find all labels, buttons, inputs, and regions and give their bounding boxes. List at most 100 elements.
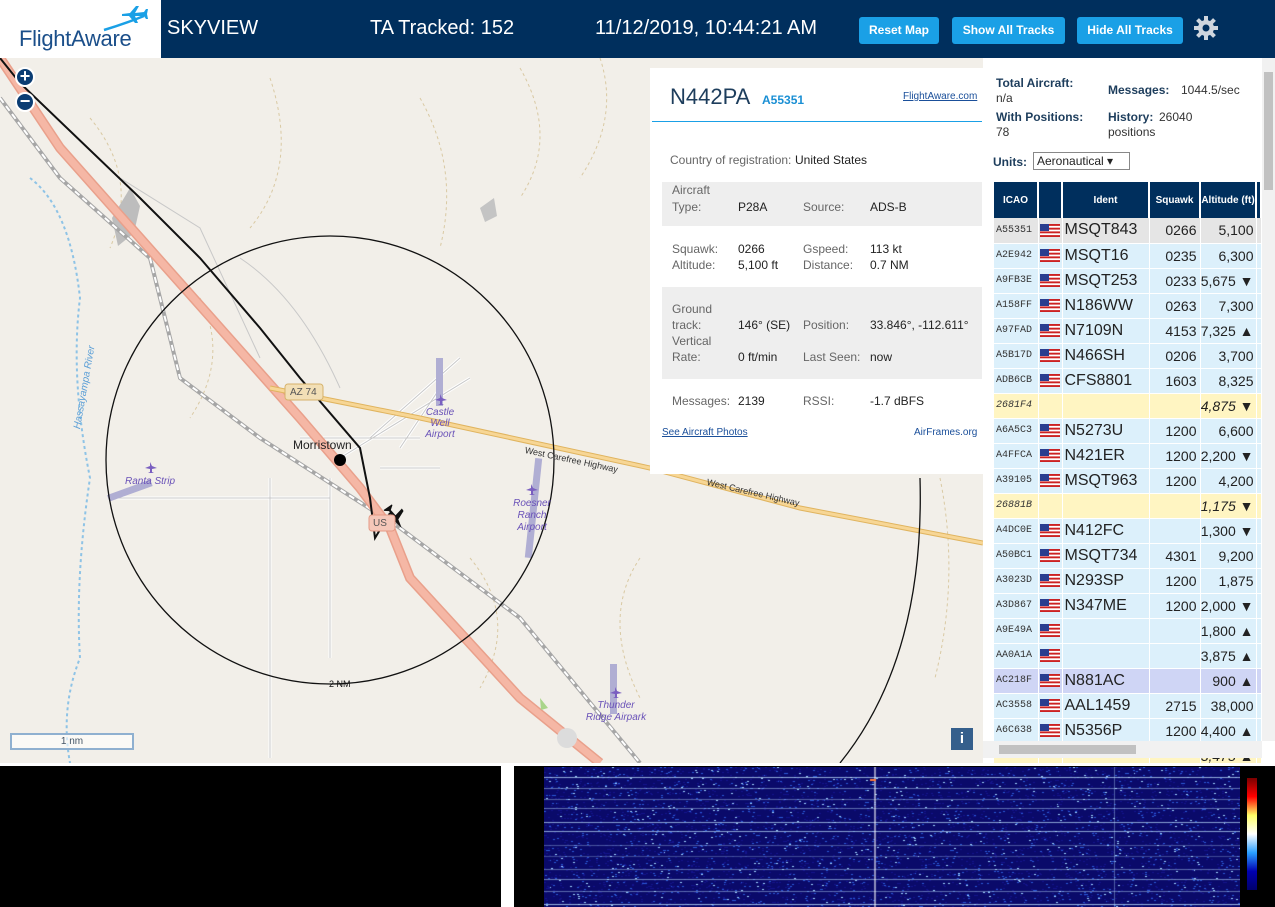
col-ident[interactable]: Ident — [1062, 182, 1150, 218]
logo-text: FlightAware — [19, 26, 132, 51]
flightaware-link[interactable]: FlightAware.com — [903, 91, 977, 102]
route-shield-az74: AZ 74 — [290, 387, 317, 398]
altitude-cell: 4,200 — [1200, 468, 1257, 494]
table-row[interactable]: A6C638 N5356P 1200 4,400 ▲ — [994, 718, 1262, 744]
table-row[interactable]: A9FB3E MSQT253 0233 5,675 ▼ — [994, 268, 1262, 294]
selected-icao: A55351 — [762, 93, 805, 107]
extra-cell — [1256, 468, 1262, 494]
roesner-label-line1: Roesner — [513, 498, 551, 509]
table-row[interactable]: A158FF N186WW 0263 7,300 — [994, 293, 1262, 319]
icao-cell: A3D867 — [994, 593, 1039, 619]
table-row[interactable]: A6A5C3 N5273U 1200 6,600 — [994, 418, 1262, 444]
altitude-cell: 3,700 — [1200, 343, 1257, 369]
table-row[interactable]: A4DC0E N412FC 1,300 ▼ — [994, 518, 1262, 544]
table-row[interactable]: A5B17D N466SH 0206 3,700 — [994, 343, 1262, 369]
col-flag[interactable] — [1038, 182, 1063, 218]
list-vertical-scrollbar[interactable] — [1262, 58, 1275, 741]
ident-cell: MSQT963 — [1062, 468, 1150, 494]
zoom-out-button[interactable]: − — [15, 92, 35, 112]
us-flag-icon — [1039, 723, 1060, 737]
extra-cell — [1256, 593, 1262, 619]
squawk-cell: 1200 — [1149, 718, 1201, 744]
us-flag-icon — [1039, 573, 1060, 587]
us-flag-icon — [1039, 623, 1060, 637]
squawk-cell: 0266 — [1149, 218, 1201, 244]
squawk-cell: 1200 — [1149, 568, 1201, 594]
units-select[interactable]: Aeronautical ▾ — [1033, 152, 1130, 170]
scroll-thumb[interactable] — [1264, 72, 1273, 190]
col-icao[interactable]: ICAO — [994, 182, 1039, 218]
table-row[interactable]: AA0A1A 3,875 ▲ — [994, 643, 1262, 669]
source-value: ADS-B — [870, 200, 907, 214]
altitude-cell: 5,100 — [1200, 218, 1257, 244]
extra-cell — [1256, 243, 1262, 269]
extra-cell — [1256, 268, 1262, 294]
gspeed-value: 113 kt — [870, 242, 902, 256]
airframes-link[interactable]: AirFrames.org — [914, 427, 977, 438]
squawk-cell: 1603 — [1149, 368, 1201, 394]
icao-cell: A9FB3E — [994, 268, 1039, 294]
ident-cell: N412FC — [1062, 518, 1150, 544]
aircraft-photos-link[interactable]: See Aircraft Photos — [662, 427, 748, 438]
show-all-tracks-button[interactable]: Show All Tracks — [952, 17, 1065, 44]
col-squawk[interactable]: Squawk — [1149, 182, 1201, 218]
squawk-cell: 1200 — [1149, 443, 1201, 469]
messages-rate-value: 1044.5/sec — [1181, 83, 1240, 97]
messages-rate-label: Messages: — [1108, 83, 1170, 97]
distance-label: Distance: — [803, 258, 854, 272]
vrate-value: 0 ft/min — [738, 350, 778, 364]
rssi-label: RSSI: — [803, 394, 835, 408]
squawk-cell — [1149, 643, 1201, 669]
table-row[interactable]: A9E49A 1,800 ▲ — [994, 618, 1262, 644]
altitude-cell: 5,675 ▼ — [1200, 268, 1257, 294]
hide-all-tracks-button[interactable]: Hide All Tracks — [1077, 17, 1183, 44]
table-row[interactable]: A3023D N293SP 1200 1,875 — [994, 568, 1262, 594]
table-row[interactable]: A55351 MSQT843 0266 5,100 — [994, 218, 1262, 244]
icao-cell: AC3558 — [994, 693, 1039, 719]
table-row[interactable]: A39105 MSQT963 1200 4,200 — [994, 468, 1262, 494]
table-row[interactable]: AC218F N881AC 900 ▲ — [994, 668, 1262, 694]
extra-cell — [1256, 493, 1262, 519]
us-flag-icon — [1039, 223, 1060, 237]
ident-cell — [1062, 618, 1150, 644]
last-seen-label: Last Seen: — [803, 350, 861, 364]
ranta-strip-label: Ranta Strip — [125, 476, 176, 487]
table-row[interactable]: A2E942 MSQT16 0235 6,300 — [994, 243, 1262, 269]
map-info-button[interactable]: i — [951, 728, 973, 750]
reset-map-button[interactable]: Reset Map — [859, 17, 939, 44]
country-value: United States — [795, 153, 868, 167]
extra-cell — [1256, 643, 1262, 669]
table-row[interactable]: A50BC1 MSQT734 4301 9,200 — [994, 543, 1262, 569]
us-flag-icon — [1039, 373, 1060, 387]
extra-cell — [1256, 368, 1262, 394]
hscroll-thumb[interactable] — [999, 745, 1136, 754]
type-label-1: Aircraft — [672, 183, 711, 197]
table-row[interactable]: A4FFCA N421ER 1200 2,200 ▼ — [994, 443, 1262, 469]
squawk-label: Squawk: — [672, 242, 719, 256]
table-row[interactable]: 26881B 1,175 ▼ — [994, 493, 1262, 519]
icao-cell: A39105 — [994, 468, 1039, 494]
squawk-cell — [1149, 393, 1201, 419]
icao-cell: 2681F4 — [994, 393, 1039, 419]
total-aircraft-value: n/a — [996, 91, 1013, 105]
gear-icon[interactable] — [1193, 15, 1219, 41]
ident-cell: N293SP — [1062, 568, 1150, 594]
icao-cell: AC218F — [994, 668, 1039, 694]
messages-value: 2139 — [738, 394, 765, 408]
col-altitude[interactable]: Altitude (ft) — [1200, 182, 1257, 218]
table-row[interactable]: A3D867 N347ME 1200 2,000 ▼ — [994, 593, 1262, 619]
track-label-2: track: — [672, 318, 702, 332]
flag-cell — [1038, 318, 1063, 344]
thunder-label-line2: Ridge Airpark — [585, 712, 647, 723]
spectrum-left-panel — [0, 766, 501, 907]
table-row[interactable]: AC3558 AAL1459 2715 38,000 — [994, 693, 1262, 719]
table-row[interactable]: A97FAD N7109N 4153 7,325 ▲ — [994, 318, 1262, 344]
zoom-in-button[interactable]: + — [15, 67, 35, 87]
table-row[interactable]: 2681F4 4,875 ▼ — [994, 393, 1262, 419]
table-row[interactable]: ADB6CB CFS8801 1603 8,325 — [994, 368, 1262, 394]
list-horizontal-scrollbar[interactable] — [983, 741, 1262, 758]
extra-cell — [1256, 543, 1262, 569]
flag-cell — [1038, 493, 1063, 519]
logo[interactable]: FlightAware — [0, 0, 161, 58]
selected-ident: N442PA — [670, 84, 751, 109]
